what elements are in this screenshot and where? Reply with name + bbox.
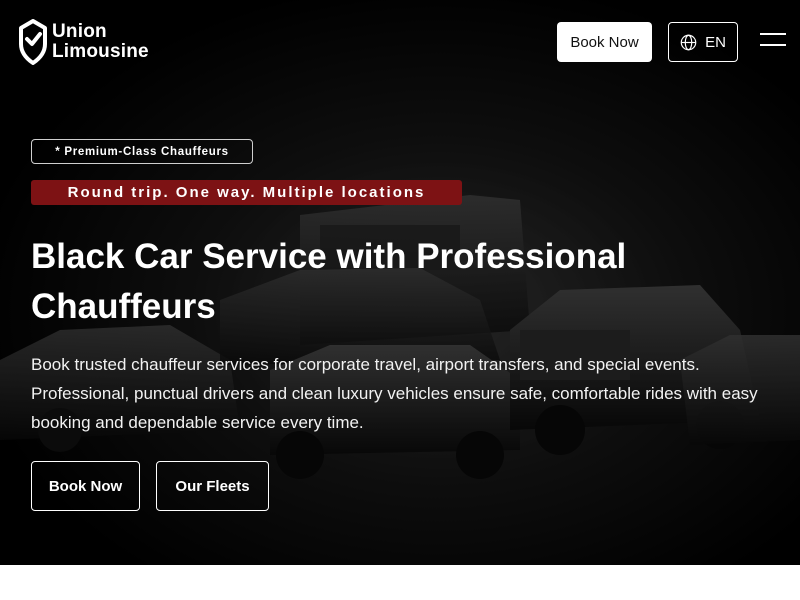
our-fleets-button[interactable]: Our Fleets	[156, 461, 269, 511]
brand-name-line2: Limousine	[52, 41, 149, 62]
hero-section: Union Limousine Book Now EN * Premium-Cl…	[0, 0, 800, 565]
hamburger-menu-button[interactable]	[760, 30, 786, 52]
hamburger-icon	[760, 33, 786, 35]
language-selector-button[interactable]: EN	[668, 22, 738, 62]
premium-badge: * Premium-Class Chauffeurs	[31, 139, 253, 164]
language-label: EN	[705, 33, 726, 51]
brand-name-line1: Union	[52, 21, 107, 42]
book-now-button[interactable]: Book Now	[31, 461, 140, 511]
header-book-now-button[interactable]: Book Now	[557, 22, 652, 62]
globe-icon	[680, 34, 697, 50]
shield-check-logo-icon	[19, 19, 47, 65]
hero-description: Book trusted chauffeur services for corp…	[31, 355, 758, 432]
brand-logo[interactable]: Union Limousine	[18, 19, 149, 65]
trip-types-tagline: Round trip. One way. Multiple locations	[31, 180, 462, 205]
hero-title: Black Car Service with Professional Chau…	[31, 237, 627, 326]
hamburger-icon-bar	[760, 44, 786, 46]
